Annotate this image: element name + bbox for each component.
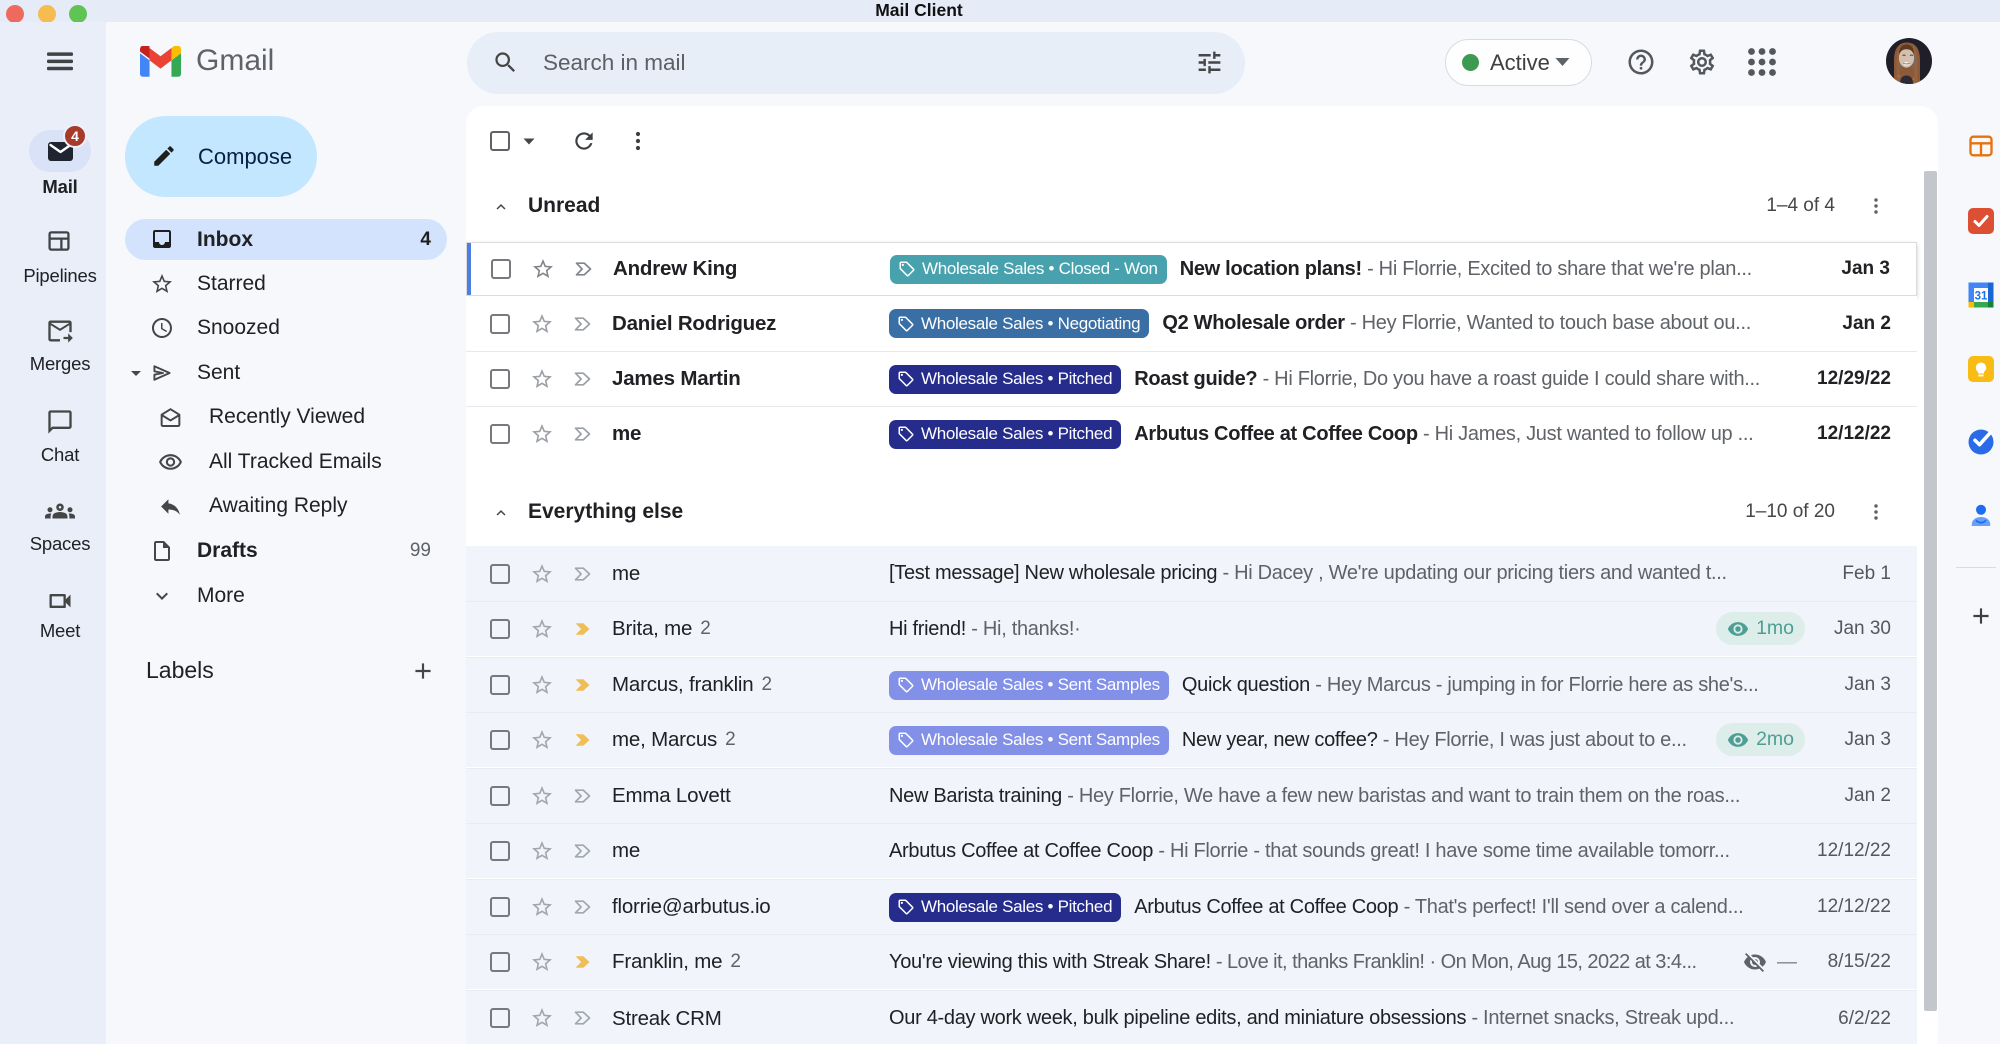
- svg-text:31: 31: [1975, 290, 1988, 302]
